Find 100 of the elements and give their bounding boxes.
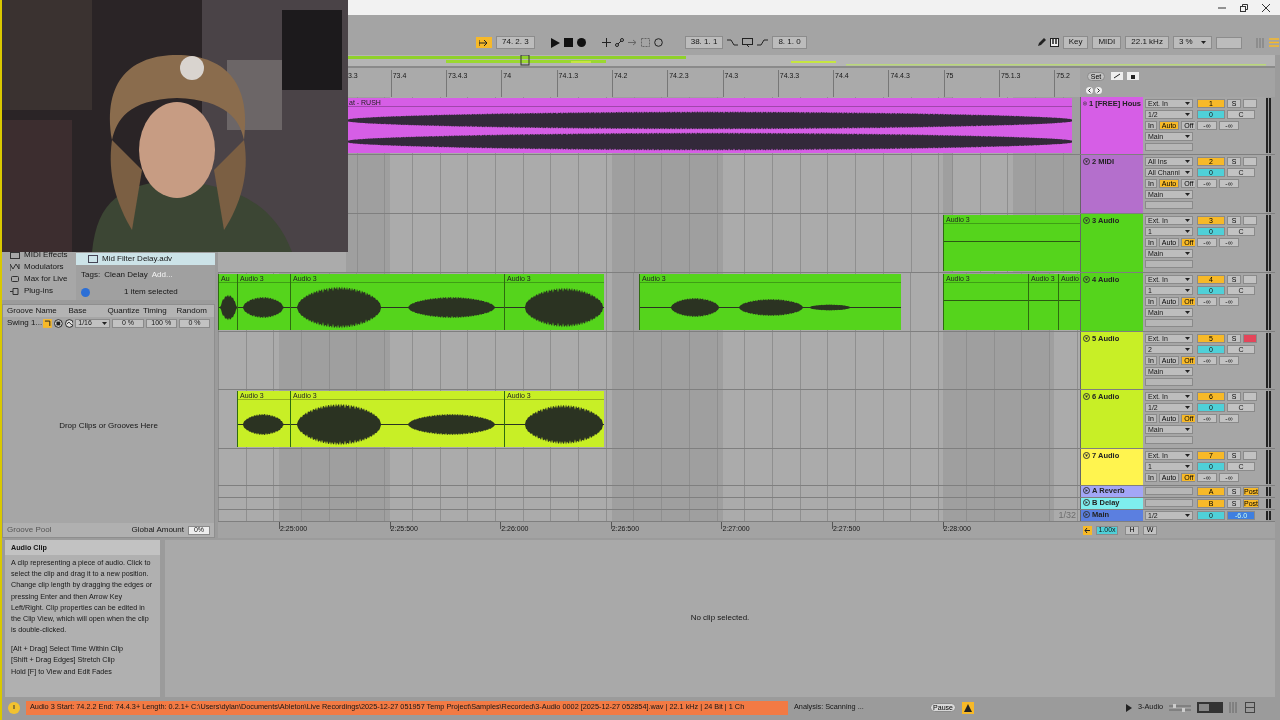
circle-icon[interactable]: [653, 38, 663, 47]
nodes-icon[interactable]: [614, 38, 624, 47]
empty-message: No clip selected.: [690, 614, 750, 623]
column-header: Groove Name: [7, 306, 58, 316]
caret-icon: [1200, 41, 1206, 44]
fold-icon[interactable]: [1083, 452, 1090, 459]
fold-icon[interactable]: [1083, 393, 1090, 400]
caret-icon: [1185, 113, 1190, 116]
loop-icon[interactable]: [742, 38, 754, 47]
close-icon[interactable]: [1262, 3, 1270, 12]
stop-icon[interactable]: [563, 38, 573, 47]
fold-icon[interactable]: [1083, 499, 1090, 506]
back-icon[interactable]: [1086, 87, 1093, 94]
sliders-icon[interactable]: [1169, 702, 1192, 713]
level-meter: [1266, 215, 1272, 271]
caret-icon: [1185, 337, 1190, 340]
arm-button[interactable]: [1243, 157, 1257, 166]
display-icon[interactable]: [1197, 702, 1224, 713]
caret-icon: [1185, 135, 1190, 138]
arm-button[interactable]: [1243, 275, 1257, 284]
caret-icon: [1185, 102, 1190, 105]
plug-icon: [10, 287, 20, 296]
info-icon[interactable]: [81, 287, 90, 297]
level-meter: [1266, 511, 1272, 520]
forward-icon[interactable]: [1095, 87, 1102, 94]
selection-count: 1 item selected: [124, 287, 178, 297]
empty-field: [1215, 36, 1242, 49]
lock-icon[interactable]: [1127, 72, 1139, 80]
alert-icon[interactable]: [962, 701, 974, 714]
fold-icon[interactable]: [1083, 158, 1090, 165]
restore-icon[interactable]: [1240, 3, 1248, 12]
delay-field[interactable]: [1145, 319, 1193, 327]
level-meter: [1266, 450, 1272, 484]
delay-field[interactable]: [1145, 260, 1193, 268]
grid-icon[interactable]: [1245, 702, 1256, 713]
level-meter: [1266, 98, 1272, 153]
column-header: Random: [176, 306, 208, 316]
caret-icon: [1185, 219, 1190, 222]
browser-category[interactable]: Max for Live: [10, 275, 74, 284]
level-meter: [1266, 156, 1272, 212]
caret-icon: [1185, 160, 1190, 163]
arm-button[interactable]: [1243, 392, 1257, 401]
expand-icon[interactable]: [1111, 72, 1123, 80]
delay-field[interactable]: [1145, 378, 1193, 386]
caret-icon: [1185, 289, 1190, 292]
tags-label: Tags:: [81, 270, 101, 280]
plus-icon[interactable]: [601, 38, 611, 47]
level-meter: [1266, 333, 1272, 388]
fold-icon[interactable]: [1083, 487, 1090, 494]
arrow-icon: [479, 39, 489, 46]
arm-button[interactable]: [1243, 216, 1257, 225]
delay-field[interactable]: [1145, 143, 1193, 151]
caret-icon: [1185, 171, 1190, 174]
fold-icon[interactable]: [1083, 335, 1090, 342]
arm-button[interactable]: [1243, 99, 1257, 108]
cpu-dropdown[interactable]: 3 %: [1172, 36, 1212, 49]
caret-icon: [1185, 454, 1190, 457]
level-meter: [1266, 499, 1272, 508]
warning-icon[interactable]: [8, 701, 20, 714]
column-header: Quantize: [107, 306, 141, 316]
tag-chip[interactable]: Clean Delay: [104, 270, 148, 280]
fold-icon[interactable]: [1083, 276, 1090, 283]
loop-length-field[interactable]: 8. 1. 0: [772, 36, 807, 49]
browser-category[interactable]: Plug-ins: [10, 287, 74, 296]
fold-icon[interactable]: [1083, 511, 1090, 518]
global-amount-label: Global Amount: [131, 525, 184, 535]
fold-icon[interactable]: [1083, 217, 1090, 224]
loop-start-field[interactable]: 38. 1. 1: [684, 36, 724, 49]
curve-icon[interactable]: [757, 38, 769, 47]
caret-icon: [1185, 311, 1190, 314]
play-icon[interactable]: [1126, 703, 1132, 712]
commit-icon[interactable]: [64, 318, 74, 328]
delay-field[interactable]: [1145, 436, 1193, 444]
level-meter: [1266, 487, 1272, 496]
curve-icon[interactable]: [727, 38, 739, 47]
play-icon[interactable]: [550, 37, 560, 48]
caret-icon: [1185, 428, 1190, 431]
keyboard-icon[interactable]: [1049, 38, 1059, 47]
groove-name[interactable]: Swing 1...: [7, 318, 41, 328]
follow-icon[interactable]: [1083, 525, 1092, 535]
browser-category[interactable]: MIDI Effects: [10, 251, 74, 260]
key-button[interactable]: Key: [1062, 36, 1089, 49]
arm-button[interactable]: [1243, 451, 1257, 460]
panel-icon: [10, 251, 20, 260]
pencil-icon[interactable]: [1036, 38, 1046, 47]
caret-icon: [1185, 230, 1190, 233]
follow-button[interactable]: [476, 37, 492, 48]
file-item[interactable]: Mid Filter Delay.adv: [76, 253, 215, 265]
browser-category[interactable]: Modulators: [10, 263, 74, 272]
delay-field[interactable]: [1145, 201, 1193, 209]
save-icon[interactable]: [53, 318, 63, 328]
sample-rate-label: 22.1 kHz: [1125, 36, 1169, 49]
position-field[interactable]: 74. 2. 3: [496, 36, 535, 49]
record-icon[interactable]: [576, 38, 586, 47]
hot-swap-icon[interactable]: [43, 318, 52, 328]
midi-button[interactable]: MIDI: [1092, 36, 1122, 49]
caret-icon: [1185, 465, 1190, 468]
file-icon: [88, 255, 98, 263]
caret-icon: [1185, 193, 1190, 196]
frame-icon[interactable]: [640, 38, 650, 47]
